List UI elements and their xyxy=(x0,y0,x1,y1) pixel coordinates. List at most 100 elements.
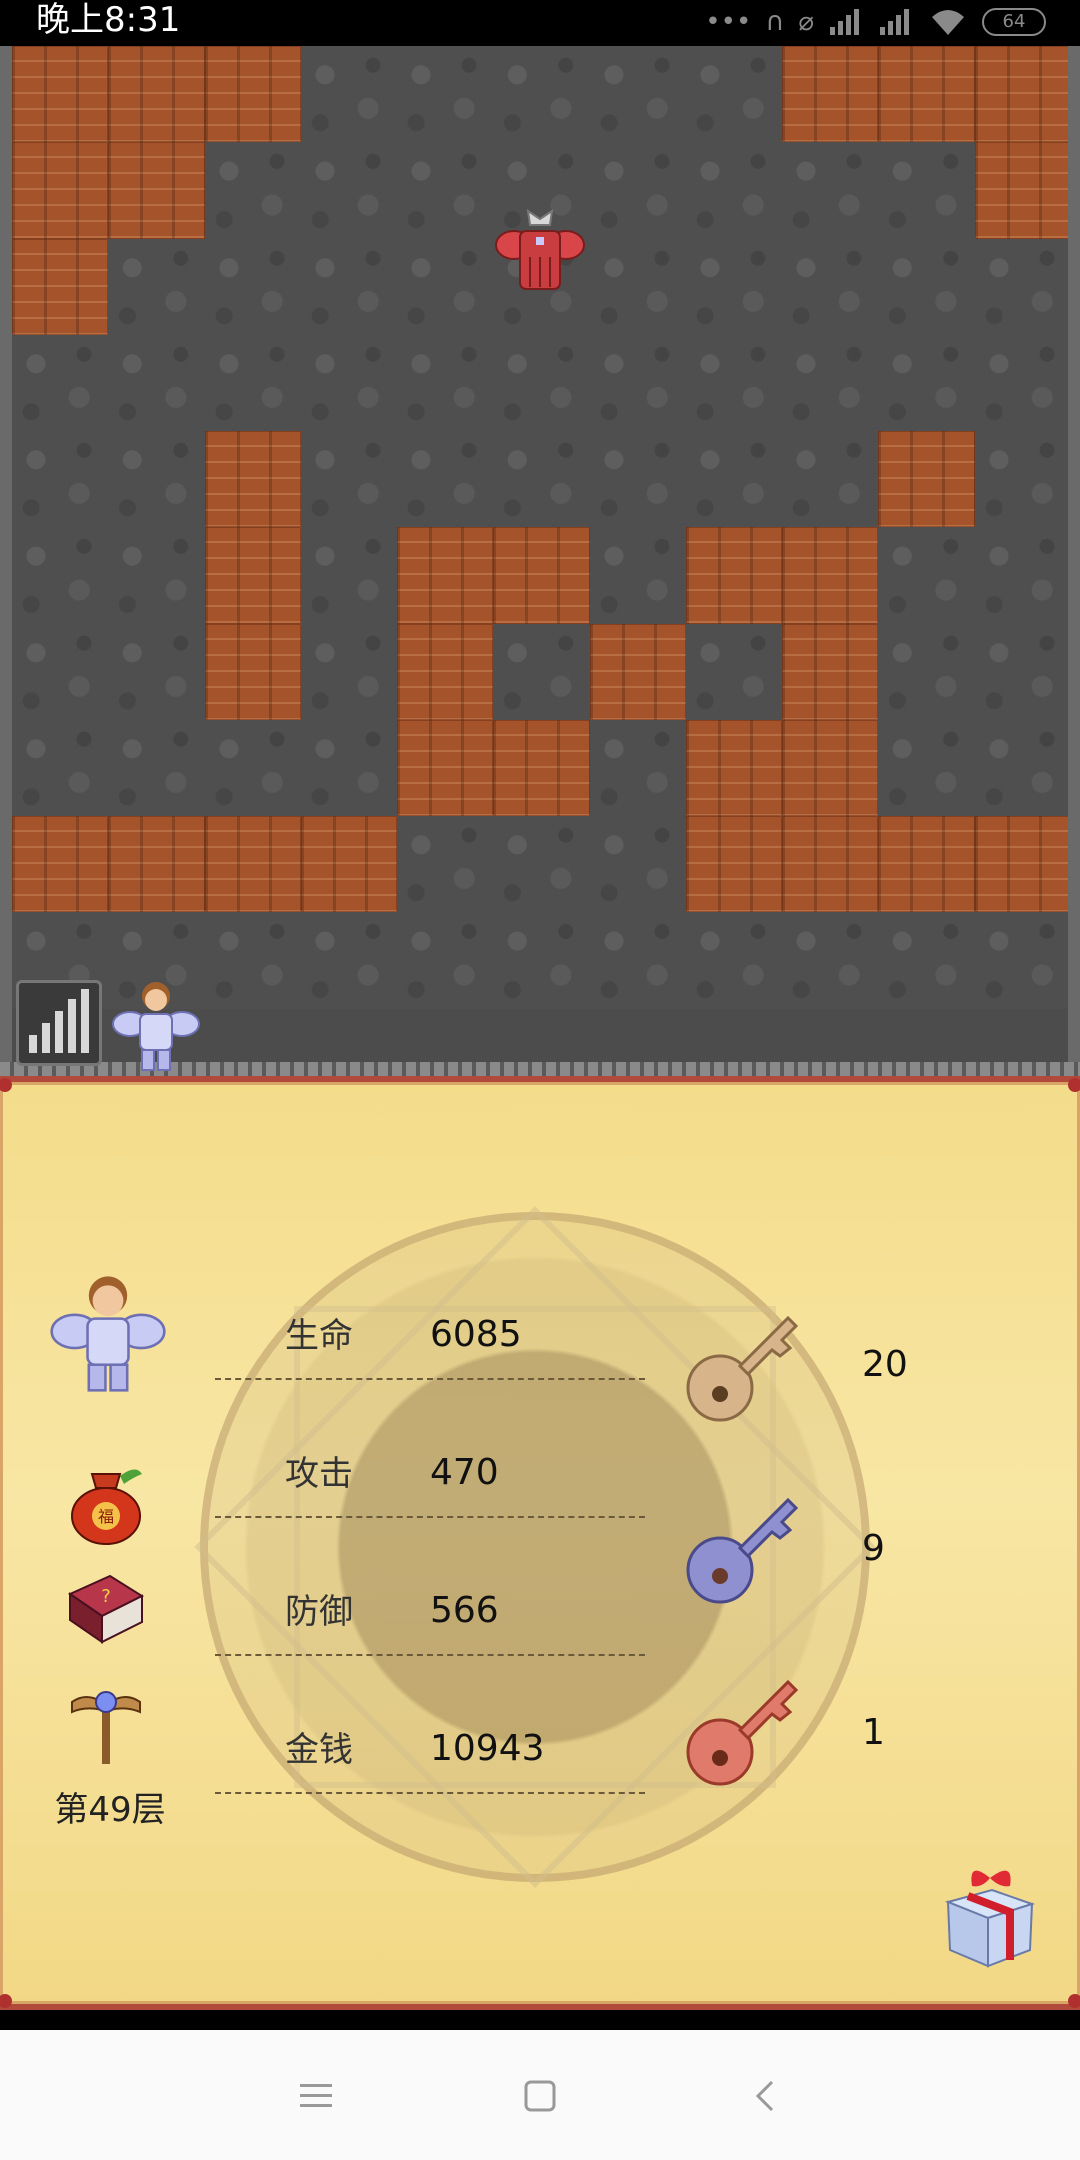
floor-tile xyxy=(12,623,109,720)
floor-tile xyxy=(300,46,398,143)
floor-tile xyxy=(589,719,686,817)
floor-tile xyxy=(685,623,783,720)
floor-tile xyxy=(589,46,686,143)
red-key-icon xyxy=(686,1679,799,1786)
red-key-count: 1 xyxy=(862,1712,885,1753)
floor-tile xyxy=(108,527,205,624)
wall-tile xyxy=(300,816,398,913)
floor-tile xyxy=(108,623,205,720)
wall-tile xyxy=(108,142,205,239)
floor-tile xyxy=(12,527,109,624)
floor-tile xyxy=(589,334,686,432)
back-nav-button[interactable] xyxy=(736,2066,796,2126)
game-map[interactable] xyxy=(0,46,1080,1076)
wall-tile xyxy=(397,623,494,720)
wall-tile xyxy=(878,816,975,913)
red-knight-monster[interactable] xyxy=(490,201,590,301)
stat-value: 6085 xyxy=(430,1314,522,1355)
floor-tile xyxy=(204,142,301,239)
signal-menu-button[interactable] xyxy=(16,980,102,1066)
stat-label: 生命 xyxy=(285,1316,353,1356)
wall-tile xyxy=(974,816,1071,913)
floor-tile xyxy=(782,431,879,528)
floor-tile xyxy=(974,431,1071,528)
floor-tile xyxy=(878,623,975,720)
floor-tile xyxy=(589,142,686,239)
map-frame-right xyxy=(1068,46,1080,1076)
status-bar: 晚上8:31 ••• ∩ ⌀ 64 xyxy=(0,0,1080,46)
status-time: 晚上8:31 xyxy=(36,0,181,40)
stat-row-defense: 防御 566 xyxy=(215,1576,645,1656)
floor-tile xyxy=(782,142,879,239)
panel-corner xyxy=(1068,1078,1080,1092)
floor-tile xyxy=(300,431,398,528)
floor-tile xyxy=(397,238,494,335)
floor-tile xyxy=(589,238,686,335)
wall-tile xyxy=(589,623,686,720)
wall-tile xyxy=(974,142,1071,239)
floor-tile xyxy=(397,46,494,143)
floor-tile xyxy=(974,719,1071,817)
wall-tile xyxy=(204,431,301,528)
home-nav-button[interactable] xyxy=(510,2066,570,2126)
wall-tile xyxy=(204,46,301,143)
monster-book-icon[interactable]: ? xyxy=(64,1568,148,1648)
floor-tile xyxy=(782,334,879,432)
floor-tile xyxy=(204,912,301,1009)
floor-tile xyxy=(589,431,686,528)
navigation-bar xyxy=(0,2030,1080,2160)
wall-tile xyxy=(878,46,975,143)
svg-text:?: ? xyxy=(101,1586,111,1607)
wall-tile xyxy=(397,527,494,624)
floor-tile xyxy=(397,334,494,432)
wall-tile xyxy=(685,816,783,913)
floor-tile xyxy=(300,238,398,335)
stat-row-attack: 攻击 470 xyxy=(215,1438,645,1518)
menu-nav-button[interactable] xyxy=(286,2066,346,2126)
stat-label: 金钱 xyxy=(285,1730,353,1770)
wall-tile xyxy=(12,816,109,913)
status-panel: 福 ? 第49层 生命 6085 攻击 470 防御 566 金钱 10943 … xyxy=(0,1076,1080,2010)
wall-tile xyxy=(397,719,494,817)
floor-tile xyxy=(300,334,398,432)
lucky-bag-icon[interactable]: 福 xyxy=(62,1460,150,1548)
fly-staff-icon[interactable] xyxy=(66,1680,146,1766)
floor-tile xyxy=(685,46,783,143)
floor-tile xyxy=(108,238,205,335)
wall-tile xyxy=(878,431,975,528)
floor-tile xyxy=(12,719,109,817)
floor-tile xyxy=(300,623,398,720)
floor-tile xyxy=(493,46,590,143)
floor-tile xyxy=(685,334,783,432)
floor-tile xyxy=(493,912,590,1009)
map-frame-left xyxy=(0,46,12,1076)
wall-tile xyxy=(493,719,590,817)
floor-tile xyxy=(397,431,494,528)
hd-signal-icon xyxy=(880,9,909,35)
hd-signal-icon xyxy=(830,9,859,35)
wall-tile xyxy=(204,623,301,720)
wall-tile xyxy=(12,142,109,239)
floor-label: 第49层 xyxy=(54,1790,166,1830)
panel-corner xyxy=(0,1994,12,2008)
wall-tile xyxy=(782,46,879,143)
floor-tile xyxy=(108,719,205,817)
floor-tile xyxy=(974,527,1071,624)
wall-tile xyxy=(685,719,783,817)
battery-icon: 64 xyxy=(982,8,1046,36)
floor-tile xyxy=(204,334,301,432)
wall-tile xyxy=(974,46,1071,143)
gift-box-icon[interactable] xyxy=(928,1856,1046,1974)
stat-label: 攻击 xyxy=(285,1454,353,1494)
floor-tile xyxy=(685,431,783,528)
floor-tile xyxy=(685,912,783,1009)
floor-tile xyxy=(974,912,1071,1009)
floor-tile xyxy=(878,334,975,432)
hero-sprite[interactable] xyxy=(108,976,204,1076)
more-dots-icon: ••• xyxy=(705,7,752,37)
svg-text:福: 福 xyxy=(98,1507,114,1526)
floor-tile xyxy=(493,431,590,528)
floor-tile xyxy=(589,912,686,1009)
menu-icon xyxy=(300,2084,332,2107)
floor-tile xyxy=(12,431,109,528)
